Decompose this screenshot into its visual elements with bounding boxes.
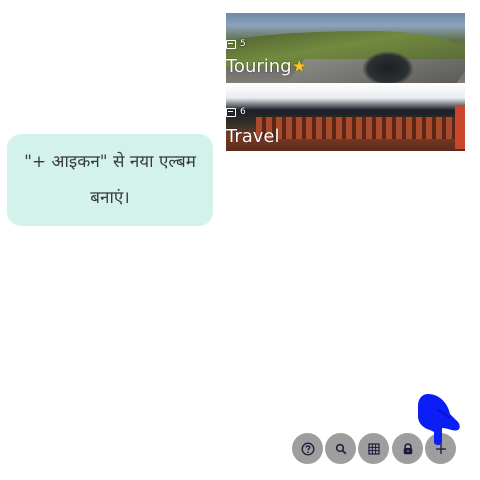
grid-button[interactable] (358, 433, 389, 464)
album-title: Travel (226, 127, 280, 147)
album-list: 5 Touring★ 6 Travel (226, 13, 465, 151)
grid-icon (367, 442, 380, 455)
photo-count-icon (226, 107, 236, 117)
help-button[interactable] (292, 433, 323, 464)
plus-icon (435, 443, 446, 454)
photo-count: 6 (240, 107, 246, 117)
search-icon (335, 443, 346, 454)
search-button[interactable] (325, 433, 356, 464)
album-title-text: Travel (226, 126, 280, 147)
photo-count-icon (226, 39, 236, 49)
album-card-travel[interactable]: 6 Travel (226, 83, 465, 151)
star-icon: ★ (291, 57, 307, 77)
album-card-touring[interactable]: 5 Touring★ (226, 13, 465, 83)
add-album-button[interactable] (425, 433, 456, 464)
bottom-toolbar (292, 433, 458, 465)
album-meta: 6 (226, 107, 246, 117)
album-cover-image (256, 117, 465, 139)
album-title: Touring★ (226, 56, 307, 78)
lock-button[interactable] (392, 433, 423, 464)
album-title-text: Touring (226, 56, 292, 77)
album-meta: 5 (226, 39, 246, 49)
hint-text: "+ आइकन" से नया एल्बम बनाएं। (24, 152, 196, 208)
help-icon (301, 442, 314, 455)
photo-count: 5 (240, 39, 246, 49)
hint-bubble: "+ आइकन" से नया एल्बम बनाएं। (7, 134, 213, 226)
lock-icon (403, 443, 412, 455)
